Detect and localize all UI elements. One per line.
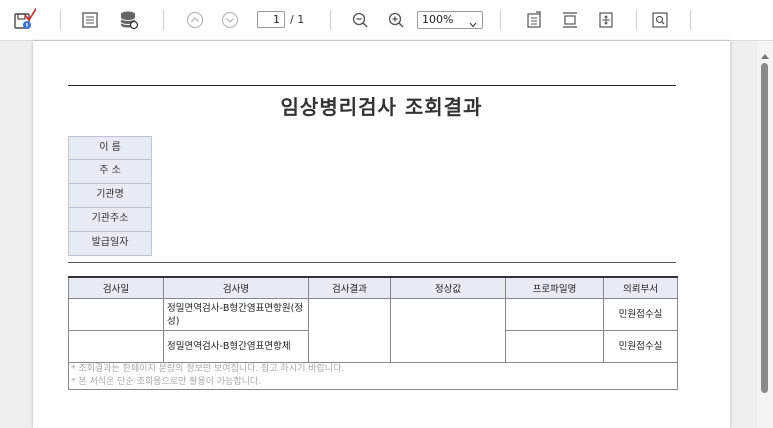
scroll-up-icon[interactable] [760,45,770,64]
column-header: 의뢰부서 [603,276,678,299]
info-label: 기관명 [68,184,152,208]
export-icon[interactable] [524,8,544,32]
zoom-value: 100% [422,13,454,26]
scrollbar-thumb[interactable] [761,63,768,393]
table-row: 정밀면역검사-B형간염표면항원(정성) 민원접수실 [68,298,678,363]
info-label: 기관주소 [68,208,152,232]
page-view-icon[interactable] [80,8,100,32]
viewer-toolbar: 1 / 1 100% [0,0,773,41]
column-header: 프로파일명 [505,276,604,299]
info-label: 이 름 [68,136,152,160]
document-title: 임상병리검사 조회결과 [280,95,483,119]
zoom-select[interactable]: 100% [417,11,483,29]
column-header: 정상값 [390,276,506,299]
cell-test-name: 정밀면역검사-B형간염표면항원(정성) [163,298,309,331]
info-bottom-rule [68,262,676,263]
column-header: 검사명 [163,276,309,299]
cell-date [68,330,164,363]
cell-normal [390,298,506,363]
table-notes-row: * 조회결과는 한페이지 분량의 정보만 보여집니다. 참고 하시기 바랍니다.… [68,362,678,390]
vertical-scrollbar[interactable] [757,41,773,428]
page-number-input[interactable]: 1 [257,11,285,28]
info-label: 주 소 [68,160,152,184]
cell-test-name: 정밀면역검사-B형간염표면항체 [163,330,309,363]
note-line: * 조회결과는 한페이지 분량의 정보만 보여집니다. 참고 하시기 바랍니다. [71,364,345,374]
fit-page-icon[interactable] [596,8,616,32]
prev-page-icon[interactable] [185,8,205,32]
column-header: 검사결과 [308,276,391,299]
cell-profile [505,330,604,363]
cell-date [68,298,164,331]
document-page: 임상병리검사 조회결과 이 름 주 소 기관명 기관주소 발급일자 검사일 검사… [33,41,730,428]
column-header: 검사일 [68,276,164,299]
info-label: 발급일자 [68,232,152,256]
note-line: * 본 서식은 단순 조회용으로만 활용이 가능합니다. [71,377,262,387]
cell-department: 민원접수실 [603,330,678,363]
cell-profile [505,298,604,331]
results-table: 검사일 검사명 검사결과 정상값 프로파일명 의뢰부서 정밀면역검사-B형간염표… [68,276,678,390]
fit-width-icon[interactable] [560,8,580,32]
zoom-in-icon[interactable] [386,8,406,32]
database-icon[interactable] [118,8,140,32]
document-viewer: 임상병리검사 조회결과 이 름 주 소 기관명 기관주소 발급일자 검사일 검사… [0,41,773,428]
table-header-row: 검사일 검사명 검사결과 정상값 프로파일명 의뢰부서 [68,276,678,299]
next-page-icon[interactable] [220,8,240,32]
save-icon[interactable] [12,8,36,32]
chevron-down-icon [469,17,477,33]
page-total: / 1 [290,13,305,26]
title-top-rule [68,85,676,86]
find-icon[interactable] [650,8,670,32]
zoom-out-icon[interactable] [350,8,370,32]
cell-department: 민원접수실 [603,298,678,331]
cell-result [308,298,391,363]
